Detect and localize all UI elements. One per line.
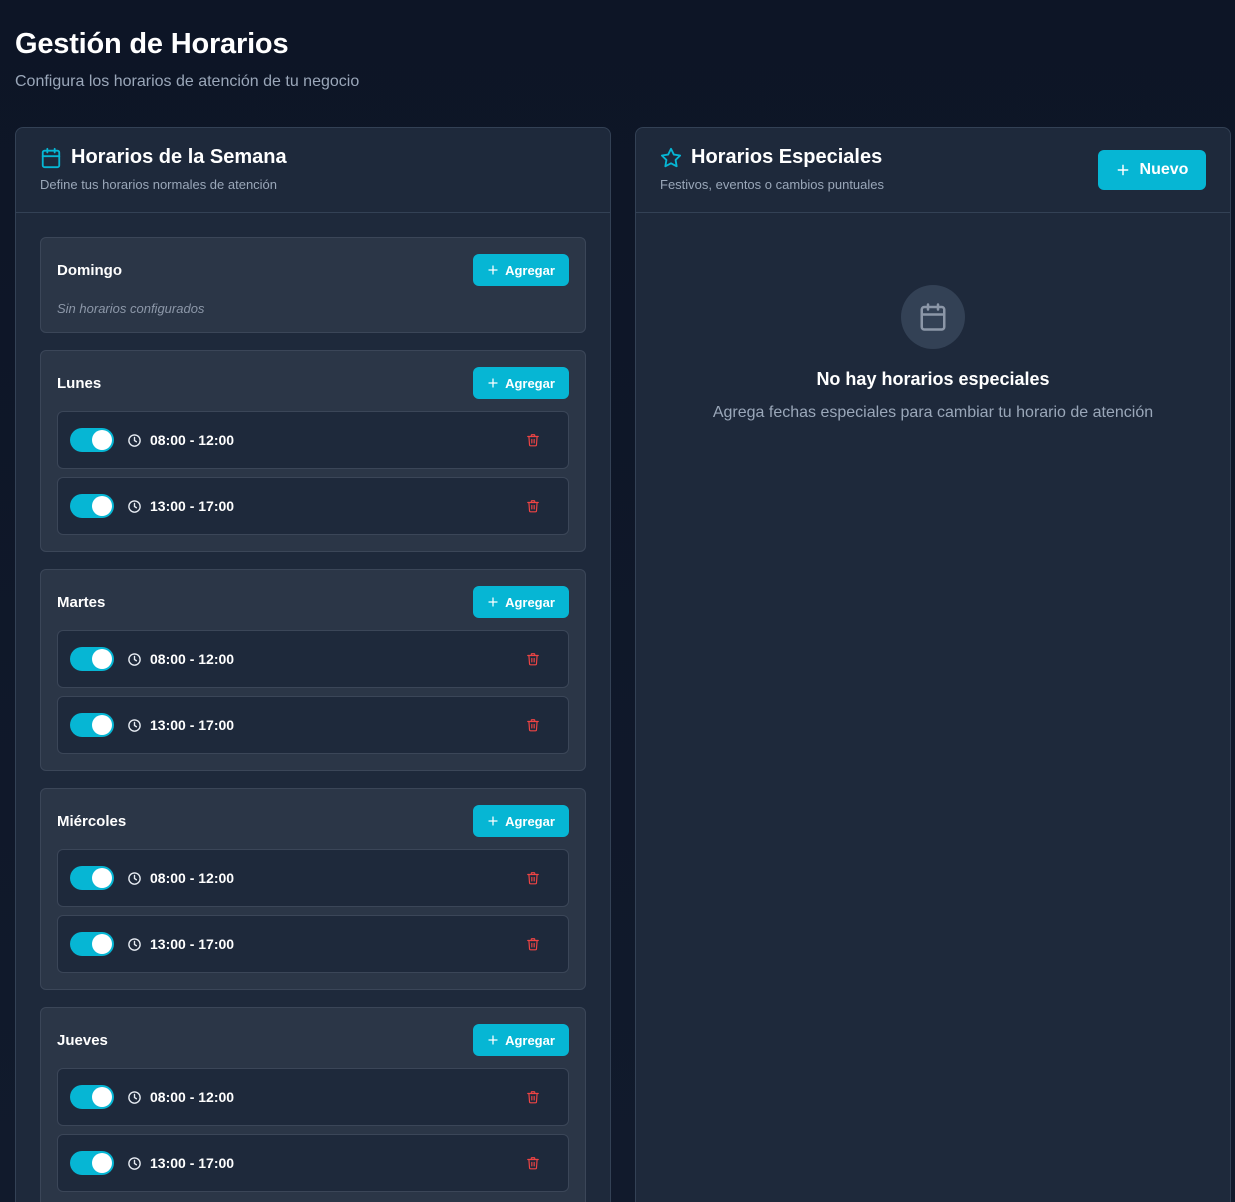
day-name: Martes (57, 593, 106, 611)
slot-enabled-toggle[interactable] (70, 866, 114, 890)
empty-state-badge (901, 285, 965, 349)
add-slot-label: Agregar (505, 1032, 555, 1048)
add-slot-button[interactable]: Agregar (473, 586, 569, 618)
add-slot-button[interactable]: Agregar (473, 254, 569, 286)
clock-icon (127, 871, 142, 886)
clock-icon (127, 433, 142, 448)
day-card: Martes Agregar 08:00 - 12:00 13:00 - 17:00 (40, 569, 586, 771)
slot-time: 13:00 - 17:00 (150, 717, 235, 733)
schedule-page: Gestión de Horarios Configura los horari… (0, 0, 1235, 1202)
day-name: Miércoles (57, 812, 127, 830)
clock-icon (127, 1156, 142, 1171)
calendar-icon (918, 302, 948, 332)
trash-icon[interactable] (526, 871, 540, 885)
plus-icon (487, 1034, 499, 1046)
time-slot: 13:00 - 17:00 (57, 1134, 569, 1192)
slot-enabled-toggle[interactable] (70, 1151, 114, 1175)
slot-time: 08:00 - 12:00 (150, 1089, 235, 1105)
plus-icon (487, 264, 499, 276)
add-slot-button[interactable]: Agregar (473, 367, 569, 399)
special-panel-header: Horarios Especiales Festivos, eventos o … (636, 128, 1230, 213)
day-card: Domingo Agregar Sin horarios configurados (40, 237, 586, 333)
special-panel-title: Horarios Especiales (691, 146, 883, 168)
new-button-label: Nuevo (1139, 161, 1189, 178)
page-subtitle: Configura los horarios de atención de tu… (15, 73, 360, 90)
time-slot: 13:00 - 17:00 (57, 915, 569, 973)
calendar-icon (40, 147, 62, 169)
add-slot-label: Agregar (505, 375, 555, 391)
special-empty-state: No hay horarios especiales Agrega fechas… (636, 213, 1230, 422)
day-name: Lunes (57, 374, 102, 392)
add-slot-label: Agregar (505, 262, 555, 278)
time-slot: 08:00 - 12:00 (57, 411, 569, 469)
slot-enabled-toggle[interactable] (70, 932, 114, 956)
day-card: Lunes Agregar 08:00 - 12:00 13:00 - 17:00 (40, 350, 586, 552)
clock-icon (127, 499, 142, 514)
trash-icon[interactable] (526, 499, 540, 513)
no-slots-note: Sin horarios configurados (57, 301, 205, 316)
trash-icon[interactable] (526, 718, 540, 732)
clock-icon (127, 1090, 142, 1105)
day-name: Jueves (57, 1031, 108, 1049)
time-slot: 08:00 - 12:00 (57, 630, 569, 688)
plus-icon (1116, 163, 1130, 177)
slot-time: 08:00 - 12:00 (150, 651, 235, 667)
slot-time: 13:00 - 17:00 (150, 1155, 235, 1171)
day-card: Miércoles Agregar 08:00 - 12:00 13:00 - 17:… (40, 788, 586, 990)
time-slot: 08:00 - 12:00 (57, 1068, 569, 1126)
day-header: Martes Agregar (57, 586, 569, 618)
add-slot-button[interactable]: Agregar (473, 1024, 569, 1056)
empty-state-description: Agrega fechas especiales para cambiar tu… (712, 404, 1154, 421)
star-icon (660, 147, 682, 169)
day-name: Domingo (57, 261, 122, 279)
add-slot-button[interactable]: Agregar (473, 805, 569, 837)
slot-time: 08:00 - 12:00 (150, 432, 235, 448)
slot-enabled-toggle[interactable] (70, 494, 114, 518)
slot-time: 08:00 - 12:00 (150, 870, 235, 886)
page-header: Gestión de Horarios Configura los horari… (15, 28, 359, 91)
slot-enabled-toggle[interactable] (70, 428, 114, 452)
add-slot-label: Agregar (505, 813, 555, 829)
trash-icon[interactable] (526, 433, 540, 447)
slot-time: 13:00 - 17:00 (150, 498, 235, 514)
trash-icon[interactable] (526, 652, 540, 666)
new-special-schedule-button[interactable]: Nuevo (1098, 150, 1206, 190)
day-list: Domingo Agregar Sin horarios configurados L… (16, 213, 610, 1202)
slot-time: 13:00 - 17:00 (150, 936, 235, 952)
page-title: Gestión de Horarios (15, 28, 289, 60)
add-slot-label: Agregar (505, 594, 555, 610)
slot-enabled-toggle[interactable] (70, 1085, 114, 1109)
empty-state-title: No hay horarios especiales (816, 369, 1050, 389)
time-slot: 13:00 - 17:00 (57, 477, 569, 535)
day-header: Miércoles Agregar (57, 805, 569, 837)
plus-icon (487, 815, 499, 827)
weekly-panel-header: Horarios de la Semana Define tus horario… (16, 128, 610, 213)
slot-enabled-toggle[interactable] (70, 647, 114, 671)
clock-icon (127, 937, 142, 952)
plus-icon (487, 596, 499, 608)
clock-icon (127, 718, 142, 733)
weekly-panel-title: Horarios de la Semana (71, 146, 287, 168)
trash-icon[interactable] (526, 937, 540, 951)
trash-icon[interactable] (526, 1156, 540, 1170)
clock-icon (127, 652, 142, 667)
day-header: Lunes Agregar (57, 367, 569, 399)
plus-icon (487, 377, 499, 389)
special-schedule-panel: Horarios Especiales Festivos, eventos o … (635, 127, 1231, 1202)
weekly-panel-description: Define tus horarios normales de atención (40, 177, 278, 192)
day-header: Domingo Agregar (57, 254, 569, 286)
day-card: Jueves Agregar 08:00 - 12:00 13:00 - 17:00 (40, 1007, 586, 1202)
trash-icon[interactable] (526, 1090, 540, 1104)
day-header: Jueves Agregar (57, 1024, 569, 1056)
time-slot: 13:00 - 17:00 (57, 696, 569, 754)
slot-enabled-toggle[interactable] (70, 713, 114, 737)
weekly-schedule-panel: Horarios de la Semana Define tus horario… (15, 127, 611, 1202)
time-slot: 08:00 - 12:00 (57, 849, 569, 907)
